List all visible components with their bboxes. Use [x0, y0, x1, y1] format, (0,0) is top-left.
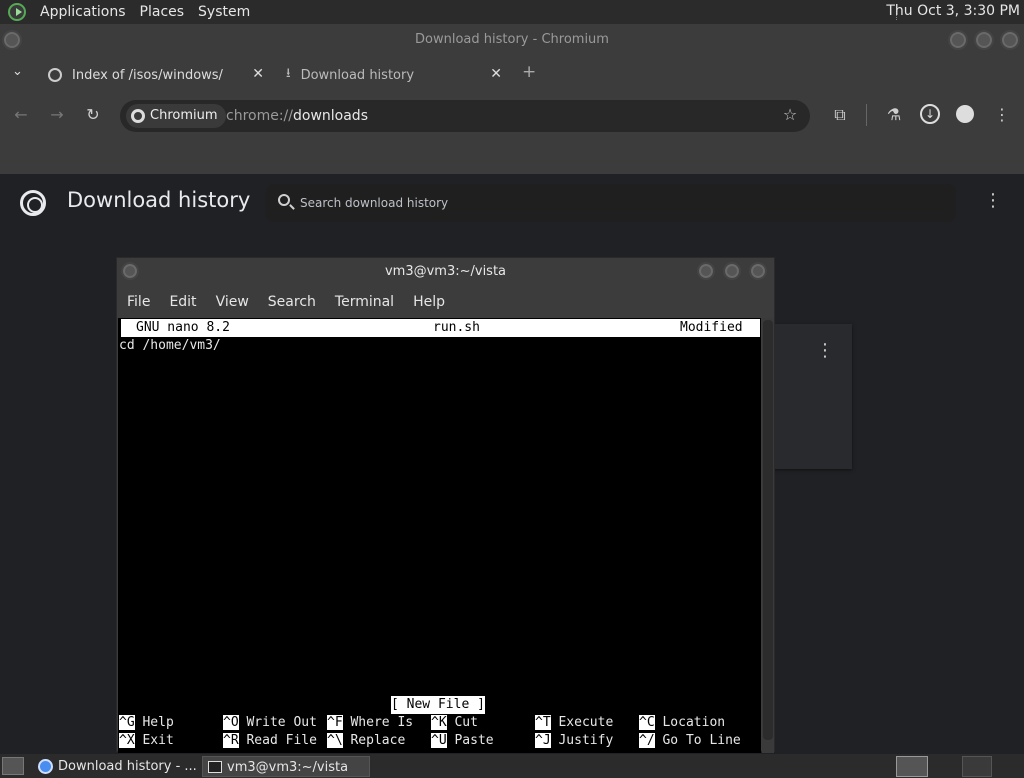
downloads-icon[interactable]: ↓ — [920, 104, 940, 124]
toolbar-divider — [866, 104, 867, 126]
tab-search-chevron-icon[interactable]: ⌄ — [12, 64, 23, 79]
download-item-card — [770, 324, 852, 469]
download-item-menu-icon[interactable]: ⋮ — [816, 340, 834, 361]
workspace-switcher[interactable] — [896, 756, 928, 777]
applications-menu[interactable]: Applications — [40, 4, 126, 20]
url-text[interactable]: chrome://downloads — [226, 100, 368, 132]
menu-view[interactable]: View — [216, 294, 249, 310]
tab-index-isos[interactable]: Index of /isos/windows/ ✕ — [38, 58, 272, 92]
reload-icon[interactable]: ↻ — [80, 92, 106, 138]
shortcut-execute: ^T Execute — [535, 715, 614, 730]
menu-edit[interactable]: Edit — [169, 294, 196, 310]
taskbar-label: vm3@vm3:~/vista — [227, 760, 349, 775]
nano-status-message: [ New File ] — [391, 696, 485, 714]
chromium-icon — [131, 109, 145, 123]
maximize-button[interactable] — [974, 30, 994, 50]
bottom-panel: Download history - ... vm3@vm3:~/vista — [0, 754, 1024, 778]
extensions-icon[interactable]: ⧉ — [827, 92, 853, 138]
terminal-window-menu-button[interactable] — [121, 262, 139, 280]
shortcut-where-is: ^F Where Is — [327, 715, 414, 730]
menu-help[interactable]: Help — [413, 294, 445, 310]
url-path: downloads — [293, 108, 368, 124]
nano-version: GNU nano 8.2 — [136, 320, 230, 335]
taskbar-item-chromium[interactable]: Download history - ... — [34, 756, 200, 777]
chrome-menu-icon[interactable]: ⋮ — [989, 92, 1015, 138]
close-tab-icon[interactable]: ✕ — [252, 66, 264, 82]
shortcut-exit: ^X Exit — [119, 733, 174, 748]
workspace-switcher-2[interactable] — [962, 756, 992, 777]
menu-file[interactable]: File — [127, 294, 150, 310]
menu-search[interactable]: Search — [268, 294, 316, 310]
shortcut-help: ^G Help — [119, 715, 174, 730]
terminal-maximize-button[interactable] — [723, 262, 741, 280]
page-title: Download history — [67, 188, 251, 212]
toolbar: ← → ↻ Chromium chrome://downloads ☆ ⧉ ⚗ … — [0, 92, 1024, 138]
minimize-button[interactable] — [948, 30, 968, 50]
taskbar-label: Download history - ... — [58, 759, 197, 774]
globe-icon — [48, 68, 62, 82]
editor-line[interactable]: cd /home/vm3/ — [119, 337, 221, 355]
back-icon[interactable]: ← — [8, 92, 34, 138]
nano-modified-state: Modified — [680, 320, 743, 335]
bookmark-bar — [0, 138, 1024, 174]
shortcut-replace: ^\ Replace — [327, 733, 406, 748]
window-menu-button[interactable] — [2, 30, 22, 50]
new-tab-icon[interactable]: + — [522, 62, 536, 82]
shortcut-cut: ^K Cut — [431, 715, 478, 730]
system-menu[interactable]: System — [198, 4, 250, 20]
clock[interactable]: Thu Oct 3, 3:30 PM — [886, 3, 1020, 19]
shortcut-go-to-line: ^/ Go To Line — [639, 733, 741, 748]
chromium-taskbar-icon — [38, 759, 53, 774]
terminal-scrollbar[interactable] — [762, 318, 774, 753]
scrollbar-thumb[interactable] — [763, 320, 773, 740]
show-desktop-icon[interactable] — [2, 757, 24, 775]
window-title: Download history - Chromium — [0, 24, 1024, 56]
top-panel: Applications Places System Thu Oct 3, 3:… — [0, 0, 1024, 24]
bookmark-star-icon[interactable]: ☆ — [777, 92, 803, 138]
shortcut-paste: ^U Paste — [431, 733, 494, 748]
profile-avatar-icon[interactable] — [956, 105, 974, 123]
page-more-menu-icon[interactable]: ⋮ — [984, 190, 1002, 211]
applications-logo-icon[interactable] — [8, 3, 26, 21]
site-chip[interactable]: Chromium — [126, 104, 226, 128]
tab-label: Download history — [300, 67, 415, 83]
shortcut-location: ^C Location — [639, 715, 726, 730]
download-icon: ⭳ — [286, 66, 291, 81]
labs-flask-icon[interactable]: ⚗ — [881, 92, 907, 138]
taskbar-item-terminal[interactable]: vm3@vm3:~/vista — [202, 756, 370, 777]
close-button[interactable] — [1000, 30, 1020, 50]
search-icon — [278, 194, 290, 206]
terminal-close-button[interactable] — [749, 262, 767, 280]
terminal-taskbar-icon — [208, 761, 222, 773]
terminal-title: vm3@vm3:~/vista — [117, 258, 774, 286]
tab-strip: ⌄ Index of /isos/windows/ ✕ ⭳ Download h… — [0, 56, 1024, 92]
places-menu[interactable]: Places — [140, 4, 185, 20]
terminal-menubar: File Edit View Search Terminal Help — [117, 286, 774, 318]
search-downloads-input[interactable]: Search download history — [266, 184, 956, 222]
forward-icon[interactable]: → — [44, 92, 70, 138]
url-scheme: chrome:// — [226, 108, 293, 124]
menu-terminal[interactable]: Terminal — [335, 294, 394, 310]
nano-filename: run.sh — [433, 320, 480, 335]
chrome-logo-icon — [20, 190, 46, 216]
shortcut-justify: ^J Justify — [535, 733, 614, 748]
terminal-window: vm3@vm3:~/vista File Edit View Search Te… — [116, 257, 775, 753]
shortcut-read-file: ^R Read File — [223, 733, 317, 748]
terminal-minimize-button[interactable] — [697, 262, 715, 280]
close-tab-icon[interactable]: ✕ — [490, 66, 502, 82]
site-chip-label: Chromium — [150, 108, 218, 123]
terminal-screen[interactable]: GNU nano 8.2 run.sh Modified cd /home/vm… — [118, 318, 761, 753]
nano-title-bar: GNU nano 8.2 run.sh Modified — [121, 319, 760, 337]
tab-label: Index of /isos/windows/ — [72, 67, 223, 83]
tab-download-history[interactable]: ⭳ Download history ✕ — [276, 58, 510, 92]
shortcut-write-out: ^O Write Out — [223, 715, 317, 730]
